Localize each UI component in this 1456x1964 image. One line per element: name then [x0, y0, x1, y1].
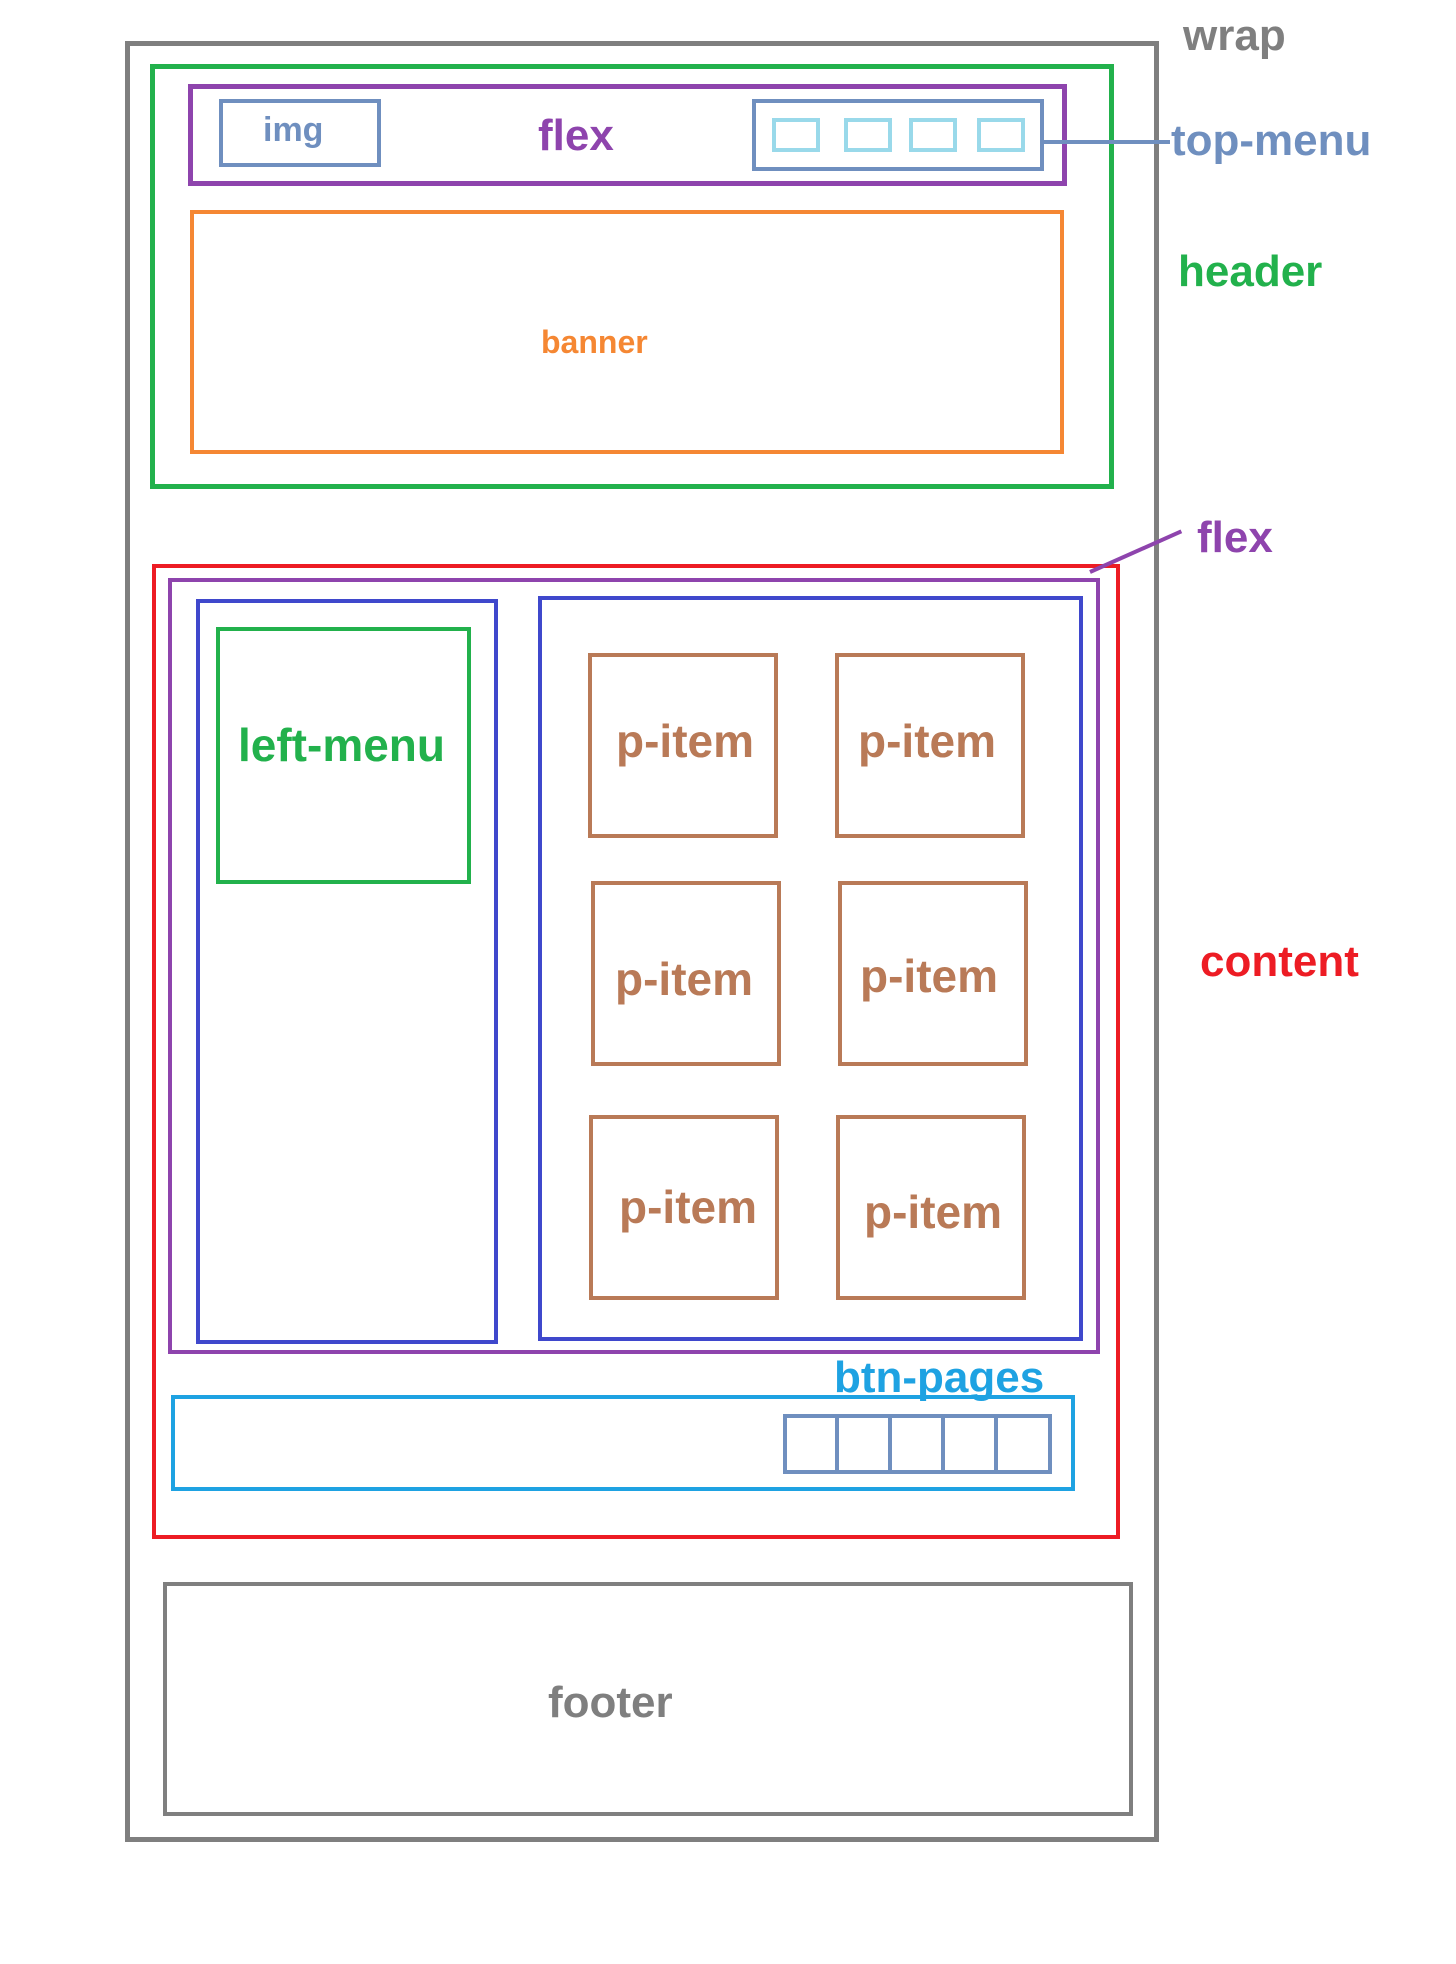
- p-item-label: p-item: [619, 1181, 757, 1233]
- left-menu-label: left-menu: [238, 719, 445, 771]
- top-flex-label: flex: [538, 111, 614, 160]
- content-flex-label: flex: [1197, 513, 1273, 562]
- img-label: img: [263, 111, 324, 149]
- p-item-label: p-item: [860, 950, 998, 1002]
- content-label: content: [1200, 937, 1359, 986]
- top-menu-item: [772, 118, 820, 152]
- p-item-label: p-item: [858, 715, 996, 767]
- top-menu-item: [909, 118, 957, 152]
- banner-label: banner: [541, 324, 648, 360]
- pager-divider: [994, 1414, 998, 1474]
- p-item-label: p-item: [864, 1186, 1002, 1238]
- btn-pages-label: btn-pages: [834, 1353, 1045, 1402]
- p-item-label: p-item: [615, 953, 753, 1005]
- p-item-label: p-item: [616, 715, 754, 767]
- top-menu-item: [977, 118, 1025, 152]
- top-menu-item: [844, 118, 892, 152]
- wrap-label: wrap: [1183, 11, 1286, 60]
- footer-label: footer: [548, 1678, 673, 1727]
- pager-divider: [941, 1414, 945, 1474]
- header-label: header: [1178, 247, 1323, 296]
- top-menu-label: top-menu: [1171, 116, 1372, 165]
- pager-divider: [835, 1414, 839, 1474]
- pager-box: [783, 1414, 1052, 1474]
- pager-divider: [888, 1414, 892, 1474]
- top-menu-leader-line: [1044, 140, 1170, 144]
